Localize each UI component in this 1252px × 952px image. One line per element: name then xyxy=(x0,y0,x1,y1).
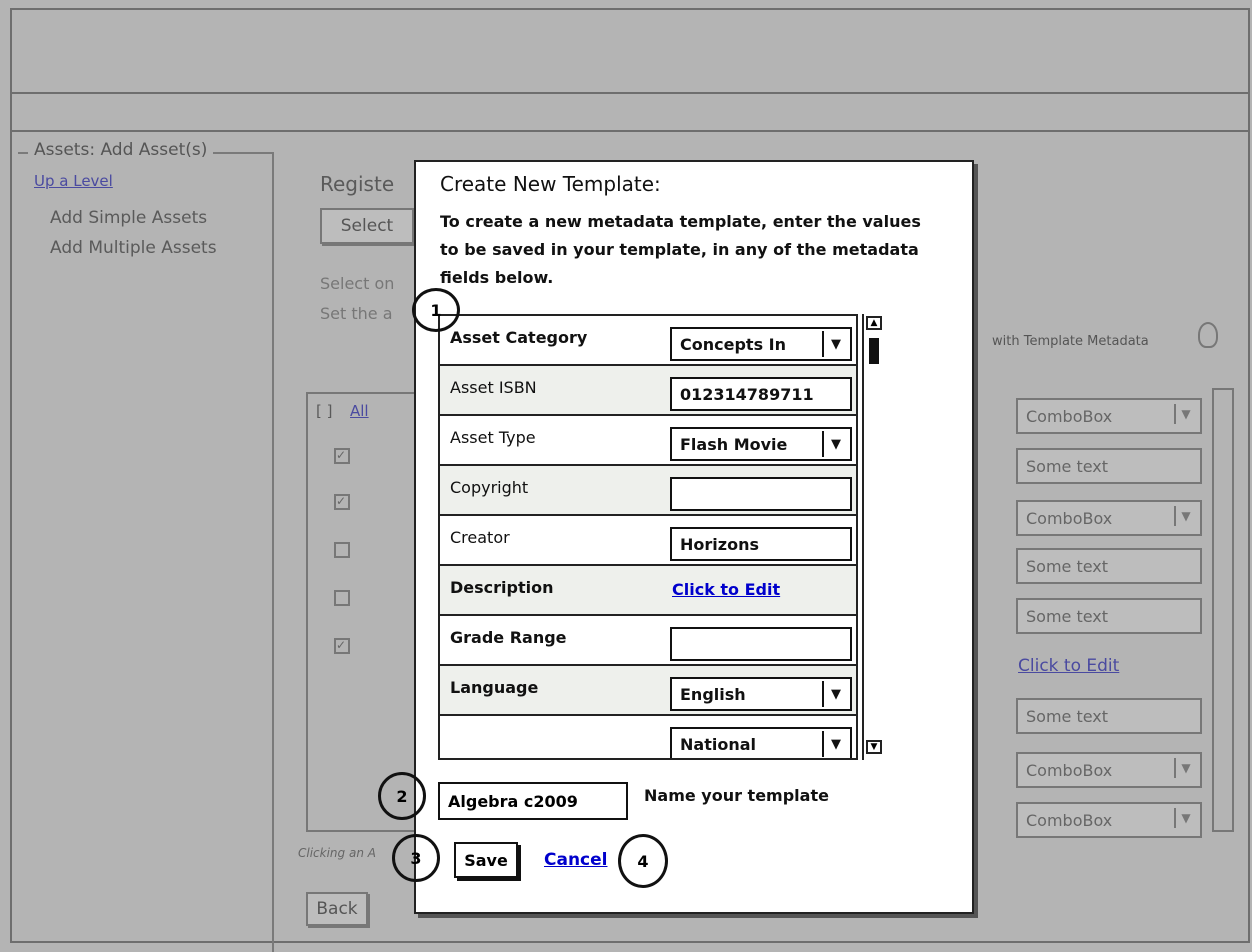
callout-2: 2 xyxy=(378,772,426,820)
field-label: Copyright xyxy=(450,478,529,497)
metadata-scrollbar[interactable]: ▲ ▼ xyxy=(862,314,886,760)
combobox-value: National xyxy=(680,734,756,754)
chevron-down-icon: ▼ xyxy=(1174,758,1196,778)
combobox-field[interactable]: ComboBox ▼ xyxy=(1016,802,1202,838)
field-label: Asset Category xyxy=(450,328,588,347)
combobox-value: Concepts In xyxy=(680,334,786,354)
text-field[interactable]: Some text xyxy=(1016,548,1202,584)
asset-list-table xyxy=(306,392,416,832)
template-name-label: Name your template xyxy=(644,786,829,805)
combobox-field[interactable]: ComboBox ▼ xyxy=(1016,398,1202,434)
field-label: Grade Range xyxy=(450,628,567,647)
row-checkbox[interactable] xyxy=(334,542,350,558)
copyright-input[interactable] xyxy=(670,477,852,511)
metadata-row-asset-category: Asset Category Concepts In ▼ xyxy=(440,316,856,366)
description-click-to-edit-link[interactable]: Click to Edit xyxy=(672,580,780,599)
metadata-row-language: Language English ▼ xyxy=(440,666,856,716)
metadata-grid: Asset Category Concepts In ▼ Asset ISBN 0… xyxy=(438,314,858,760)
top-bar xyxy=(10,8,1250,94)
lightbulb-icon[interactable] xyxy=(1198,322,1218,348)
right-fields-column: ComboBox ▼ Some text ComboBox ▼ Some text … xyxy=(1008,388,1208,838)
select-button[interactable]: Select xyxy=(320,208,414,244)
back-button[interactable]: Back xyxy=(306,892,368,926)
metadata-row-national: National ▼ xyxy=(440,716,856,758)
row-checkbox[interactable]: ✓ xyxy=(334,638,350,654)
metadata-row-grade-range: Grade Range xyxy=(440,616,856,666)
field-label: Language xyxy=(450,678,539,697)
cancel-link[interactable]: Cancel xyxy=(544,850,607,870)
asset-isbn-input[interactable]: 012314789711 xyxy=(670,377,852,411)
combobox-value: ComboBox xyxy=(1026,760,1113,780)
select-all-link[interactable]: All xyxy=(350,402,369,420)
chevron-down-icon: ▼ xyxy=(1174,506,1196,526)
dialog-title: Create New Template: xyxy=(440,172,661,196)
metadata-row-description: Description Click to Edit xyxy=(440,566,856,616)
creator-input[interactable]: Horizons xyxy=(670,527,852,561)
select-all-checkbox[interactable]: [ ] xyxy=(316,402,332,420)
language-combobox[interactable]: English ▼ xyxy=(670,677,852,711)
click-to-edit-link[interactable]: Click to Edit xyxy=(1018,656,1119,676)
instruction-line-1: Select on xyxy=(320,274,395,293)
sidebar-title: Assets: Add Asset(s) xyxy=(28,140,214,160)
combobox-value: Flash Movie xyxy=(680,434,788,454)
scroll-down-icon[interactable]: ▼ xyxy=(866,740,882,754)
combobox-field[interactable]: ComboBox ▼ xyxy=(1016,752,1202,788)
text-field[interactable]: Some text xyxy=(1016,698,1202,734)
footnote-text: Clicking an A xyxy=(298,846,376,860)
callout-3: 3 xyxy=(392,834,440,882)
instruction-line-2: Set the a xyxy=(320,304,393,323)
row-checkbox[interactable] xyxy=(334,590,350,606)
combobox-value: ComboBox xyxy=(1026,508,1113,528)
dialog-description: To create a new metadata template, enter… xyxy=(440,212,921,287)
sub-bar xyxy=(10,94,1250,132)
text-field[interactable]: Some text xyxy=(1016,448,1202,484)
chevron-down-icon: ▼ xyxy=(1174,404,1196,424)
combobox-value: English xyxy=(680,684,746,704)
up-a-level-link[interactable]: Up a Level xyxy=(34,172,113,190)
save-button[interactable]: Save xyxy=(454,842,518,878)
combobox-value: ComboBox xyxy=(1026,406,1113,426)
field-label: Asset ISBN xyxy=(450,378,537,397)
sidebar-item-add-simple-assets[interactable]: Add Simple Assets xyxy=(50,208,207,228)
callout-1: 1 xyxy=(412,288,460,332)
scroll-thumb[interactable] xyxy=(869,338,879,364)
scroll-up-icon[interactable]: ▲ xyxy=(866,316,882,330)
field-label: Asset Type xyxy=(450,428,536,447)
metadata-row-copyright: Copyright xyxy=(440,466,856,516)
asset-category-combobox[interactable]: Concepts In ▼ xyxy=(670,327,852,361)
template-metadata-label: with Template Metadata xyxy=(992,334,1149,349)
callout-4: 4 xyxy=(618,834,668,888)
metadata-row-creator: Creator Horizons xyxy=(440,516,856,566)
sidebar-item-add-multiple-assets[interactable]: Add Multiple Assets xyxy=(50,238,217,258)
national-combobox[interactable]: National ▼ xyxy=(670,727,852,758)
sidebar-panel xyxy=(18,152,274,952)
chevron-down-icon[interactable]: ▼ xyxy=(822,331,848,357)
metadata-row-asset-isbn: Asset ISBN 012314789711 xyxy=(440,366,856,416)
grade-range-input[interactable] xyxy=(670,627,852,661)
create-template-dialog: Create New Template: To create a new met… xyxy=(414,160,974,914)
text-field[interactable]: Some text xyxy=(1016,598,1202,634)
metadata-row-asset-type: Asset Type Flash Movie ▼ xyxy=(440,416,856,466)
combobox-field[interactable]: ComboBox ▼ xyxy=(1016,500,1202,536)
row-checkbox[interactable]: ✓ xyxy=(334,494,350,510)
asset-type-combobox[interactable]: Flash Movie ▼ xyxy=(670,427,852,461)
chevron-down-icon[interactable]: ▼ xyxy=(822,431,848,457)
page-heading: Registe xyxy=(320,172,395,196)
chevron-down-icon[interactable]: ▼ xyxy=(822,731,848,757)
row-checkbox[interactable]: ✓ xyxy=(334,448,350,464)
combobox-value: ComboBox xyxy=(1026,810,1113,830)
template-name-input[interactable]: Algebra c2009 xyxy=(438,782,628,820)
chevron-down-icon: ▼ xyxy=(1174,808,1196,828)
field-label: Creator xyxy=(450,528,510,547)
right-scrollbar[interactable] xyxy=(1212,388,1234,832)
field-label: Description xyxy=(450,578,554,597)
chevron-down-icon[interactable]: ▼ xyxy=(822,681,848,707)
